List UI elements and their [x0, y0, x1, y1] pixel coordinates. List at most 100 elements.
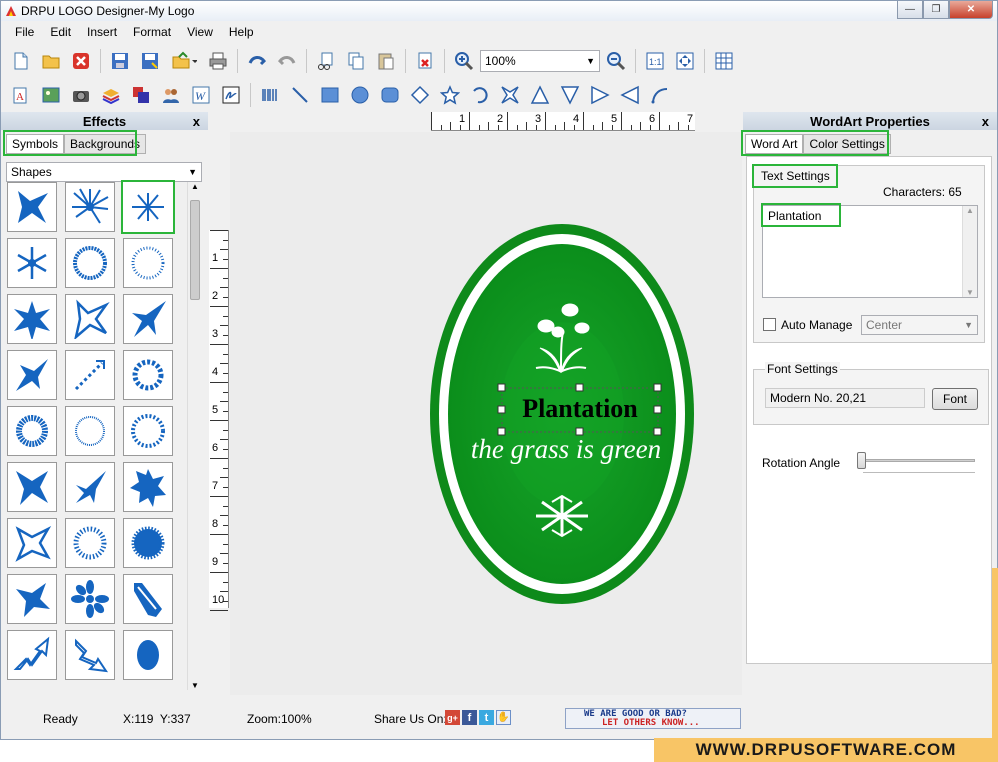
close-icon[interactable]: x [193, 114, 200, 129]
zoom-combo[interactable]: 100% ▼ [480, 50, 600, 72]
shape-star-4[interactable] [123, 294, 173, 344]
paste-button[interactable] [372, 47, 400, 75]
scroll-up-icon[interactable]: ▲ [963, 206, 977, 215]
signature-tool[interactable] [217, 81, 245, 109]
copy-button[interactable] [342, 47, 370, 75]
facebook-icon[interactable]: f [462, 710, 477, 725]
actual-size-button[interactable]: 1:1 [641, 47, 669, 75]
logo-artwork[interactable]: Plantation the grass is green [230, 132, 742, 695]
shape-burst-1[interactable] [65, 182, 115, 232]
group-tool[interactable] [157, 81, 185, 109]
cut-button[interactable] [312, 47, 340, 75]
shape-star-5[interactable] [7, 462, 57, 512]
shape-ring-3[interactable] [65, 406, 115, 456]
shape-star-2[interactable] [7, 294, 57, 344]
barcode-tool[interactable] [256, 81, 284, 109]
shape-category-select[interactable]: Shapes ▼ [6, 162, 202, 182]
menu-insert[interactable]: Insert [79, 23, 125, 43]
scroll-up-icon[interactable]: ▲ [188, 182, 202, 191]
shapes-scrollbar[interactable]: ▲ ▼ [187, 182, 202, 690]
design-canvas[interactable]: Plantation the grass is green [230, 132, 742, 695]
font-name-field[interactable]: Modern No. 20,21 [765, 388, 925, 408]
triangle-tool[interactable] [526, 81, 554, 109]
shape-snowflake-2[interactable] [7, 238, 57, 288]
undo-button[interactable] [243, 47, 271, 75]
shape-splash-1[interactable] [7, 350, 57, 400]
triangle-down-tool[interactable] [556, 81, 584, 109]
triangle-left-tool[interactable] [616, 81, 644, 109]
arrange-tool[interactable] [127, 81, 155, 109]
shape-oval[interactable] [123, 630, 173, 680]
grid-button[interactable] [710, 47, 738, 75]
shape-starburst-2[interactable] [123, 462, 173, 512]
zoom-in-button[interactable] [450, 47, 478, 75]
menu-format[interactable]: Format [125, 23, 179, 43]
menu-view[interactable]: View [179, 23, 221, 43]
shape-seal-1[interactable] [123, 406, 173, 456]
shape-seal-3[interactable] [123, 518, 173, 568]
scroll-thumb[interactable] [190, 200, 200, 300]
camera-tool[interactable] [67, 81, 95, 109]
triangle-right-tool[interactable] [586, 81, 614, 109]
shape-seal-2[interactable] [65, 518, 115, 568]
shape-star-3[interactable] [65, 294, 115, 344]
wordart-tool[interactable]: W [187, 81, 215, 109]
fit-button[interactable] [671, 47, 699, 75]
shape-flower[interactable] [65, 574, 115, 624]
text-scrollbar[interactable]: ▲ ▼ [962, 206, 977, 297]
curve-tool[interactable] [646, 81, 674, 109]
minimize-button[interactable]: — [897, 1, 923, 19]
shape-ring-2[interactable] [123, 238, 173, 288]
export-button[interactable] [166, 47, 202, 75]
ellipse-tool[interactable] [346, 81, 374, 109]
layers-tool[interactable] [97, 81, 125, 109]
rounded-rect-tool[interactable] [376, 81, 404, 109]
line-tool[interactable] [286, 81, 314, 109]
image-tool[interactable] [37, 81, 65, 109]
google-plus-icon[interactable]: g+ [445, 710, 460, 725]
menu-help[interactable]: Help [221, 23, 262, 43]
arc-tool[interactable] [466, 81, 494, 109]
star-tool[interactable] [436, 81, 464, 109]
zoom-out-button[interactable] [602, 47, 630, 75]
twitter-icon[interactable]: t [479, 710, 494, 725]
delete-button[interactable] [411, 47, 439, 75]
redo-button[interactable] [273, 47, 301, 75]
text-tool[interactable]: A [7, 81, 35, 109]
font-button[interactable]: Font [932, 388, 978, 410]
rotation-slider-thumb[interactable] [857, 452, 866, 469]
new-button[interactable] [7, 47, 35, 75]
scroll-down-icon[interactable]: ▼ [188, 681, 202, 690]
shape-dash-arrow[interactable] [65, 350, 115, 400]
menu-file[interactable]: File [7, 23, 42, 43]
scroll-down-icon[interactable]: ▼ [963, 288, 977, 297]
logo-title[interactable]: Plantation [522, 394, 638, 423]
shape-sun-1[interactable] [7, 406, 57, 456]
save-button[interactable] [106, 47, 134, 75]
diamond-tool[interactable] [406, 81, 434, 109]
shape-star-1[interactable] [7, 182, 57, 232]
alignment-select[interactable]: Center ▼ [861, 315, 978, 335]
rectangle-tool[interactable] [316, 81, 344, 109]
shape-star-7[interactable] [7, 574, 57, 624]
feedback-banner[interactable]: WE ARE GOOD OR BAD? LET OTHERS KNOW... [565, 708, 741, 729]
shape-ring-1[interactable] [65, 238, 115, 288]
open-button[interactable] [37, 47, 65, 75]
shape-sun-ring[interactable] [123, 350, 173, 400]
print-button[interactable] [204, 47, 232, 75]
restore-button[interactable]: ❐ [923, 1, 949, 19]
burst-tool[interactable] [496, 81, 524, 109]
shape-arrow-2[interactable] [65, 630, 115, 680]
shape-arrow-1[interactable] [7, 630, 57, 680]
shape-scroll[interactable] [123, 574, 173, 624]
close-window-button[interactable]: ✕ [949, 1, 993, 19]
menu-edit[interactable]: Edit [42, 23, 79, 43]
shape-snowflake-selected[interactable] [121, 180, 175, 234]
rotation-slider-track[interactable] [863, 459, 975, 462]
close-icon[interactable]: x [982, 114, 989, 129]
close-doc-button[interactable] [67, 47, 95, 75]
shape-star-outline-2[interactable] [7, 518, 57, 568]
save-as-button[interactable] [136, 47, 164, 75]
logo-tagline[interactable]: the grass is green [471, 434, 661, 464]
like-icon[interactable]: ✋ [496, 710, 511, 725]
